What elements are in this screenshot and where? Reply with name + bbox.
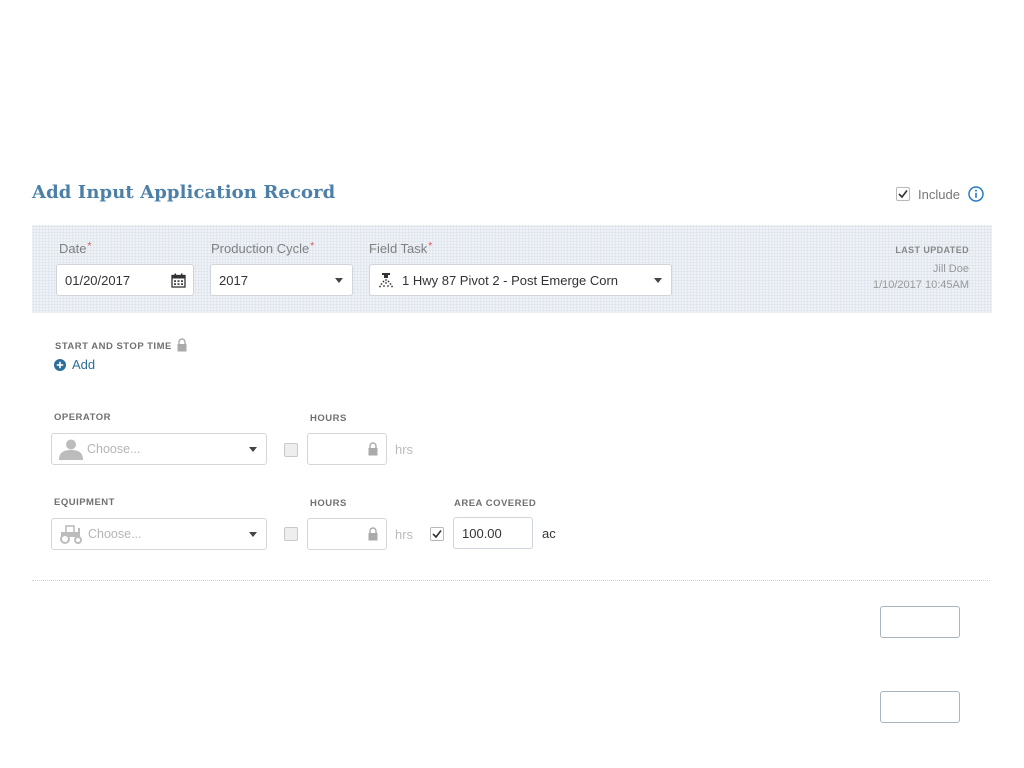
action-button-1[interactable] bbox=[880, 606, 960, 638]
chevron-down-icon bbox=[249, 446, 257, 452]
action-button-2[interactable] bbox=[880, 691, 960, 723]
equipment-hours-label: HOURS bbox=[310, 498, 347, 509]
operator-hours-checkbox[interactable] bbox=[284, 443, 298, 457]
date-label: Date* bbox=[59, 241, 92, 256]
area-covered-input[interactable]: 100.00 bbox=[453, 517, 533, 549]
area-covered-checkbox[interactable] bbox=[430, 527, 444, 541]
lock-icon bbox=[368, 527, 378, 541]
plus-circle-icon bbox=[54, 358, 66, 371]
person-icon bbox=[59, 439, 83, 460]
operator-hours-label: HOURS bbox=[310, 413, 347, 424]
include-toggle[interactable]: Include bbox=[896, 186, 984, 202]
chevron-down-icon bbox=[335, 277, 343, 283]
equipment-label: EQUIPMENT bbox=[54, 497, 115, 508]
last-updated-user: Jill Doe bbox=[932, 263, 969, 275]
chevron-down-icon bbox=[654, 277, 662, 283]
include-checkbox[interactable] bbox=[896, 187, 910, 201]
field-task-label: Field Task* bbox=[369, 241, 433, 256]
last-updated: LAST UPDATED Jill Doe 1/10/2017 10:45AM bbox=[873, 245, 969, 293]
calendar-icon[interactable] bbox=[171, 273, 186, 288]
last-updated-label: LAST UPDATED bbox=[895, 245, 969, 255]
equipment-placeholder: Choose... bbox=[88, 527, 142, 541]
equipment-hours-unit: hrs bbox=[395, 527, 414, 542]
operator-hours-unit: hrs bbox=[395, 442, 414, 457]
start-stop-time-label: START AND STOP TIME bbox=[55, 338, 188, 352]
operator-placeholder: Choose... bbox=[87, 442, 141, 456]
add-time-label: Add bbox=[72, 357, 96, 372]
tractor-icon bbox=[60, 525, 82, 544]
info-icon[interactable] bbox=[968, 186, 984, 202]
checkmark-icon bbox=[432, 530, 442, 539]
sprayer-icon bbox=[379, 273, 393, 288]
production-cycle-label: Production Cycle* bbox=[211, 241, 315, 256]
last-updated-timestamp: 1/10/2017 10:45AM bbox=[872, 279, 969, 291]
area-covered-unit: ac bbox=[542, 526, 556, 541]
operator-hours-input[interactable] bbox=[307, 433, 387, 465]
operator-label: OPERATOR bbox=[54, 412, 111, 423]
production-cycle-value: 2017 bbox=[219, 272, 248, 288]
field-task-select[interactable]: 1 Hwy 87 Pivot 2 - Post Emerge Corn bbox=[369, 264, 672, 296]
chevron-down-icon bbox=[249, 531, 257, 537]
field-task-value: 1 Hwy 87 Pivot 2 - Post Emerge Corn bbox=[402, 272, 619, 288]
add-time-button[interactable]: Add bbox=[54, 357, 95, 372]
date-field[interactable]: 01/20/2017 bbox=[56, 264, 194, 296]
checkmark-icon bbox=[898, 190, 908, 199]
equipment-select[interactable]: Choose... bbox=[51, 518, 267, 550]
area-covered-label: AREA COVERED bbox=[454, 498, 537, 509]
page-title: Add Input Application Record bbox=[32, 182, 336, 203]
equipment-hours-input[interactable] bbox=[307, 518, 387, 550]
area-covered-value: 100.00 bbox=[462, 525, 502, 541]
lock-icon bbox=[368, 442, 378, 456]
production-cycle-select[interactable]: 2017 bbox=[210, 264, 353, 296]
operator-select[interactable]: Choose... bbox=[51, 433, 267, 465]
include-label: Include bbox=[918, 186, 960, 202]
section-divider bbox=[32, 580, 990, 581]
date-value: 01/20/2017 bbox=[65, 272, 131, 288]
lock-icon bbox=[177, 338, 187, 352]
equipment-hours-checkbox[interactable] bbox=[284, 527, 298, 541]
